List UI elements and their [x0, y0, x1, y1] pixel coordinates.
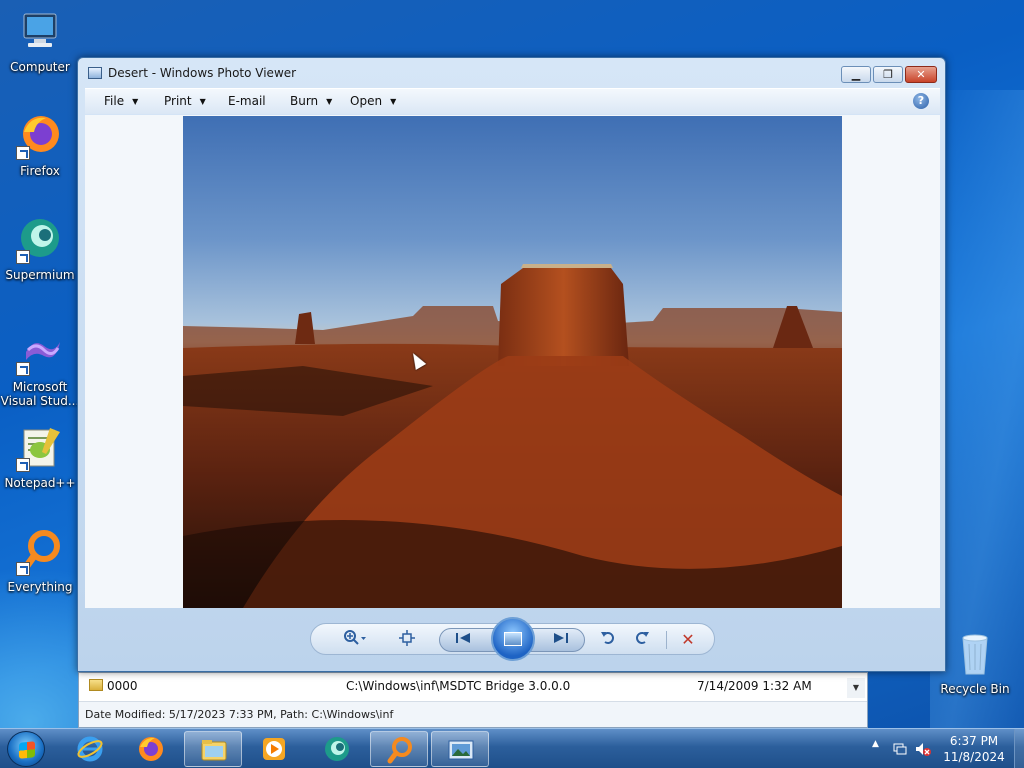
rotate-counterclockwise-icon[interactable] [597, 629, 619, 651]
show-desktop-button[interactable] [1014, 729, 1024, 768]
supermium-icon [323, 735, 351, 763]
media-player-icon [260, 735, 288, 763]
shortcut-arrow-icon [16, 146, 30, 160]
menu-email[interactable]: E-mail [228, 94, 266, 108]
everything-icon [16, 528, 64, 576]
menu-file-label: File [104, 94, 125, 108]
shortcut-arrow-icon [16, 458, 30, 472]
photo-viewer-app-icon [88, 67, 102, 79]
desktop: Computer Firefox Supermium Microsoft Vis… [0, 0, 1024, 728]
computer-icon [16, 8, 64, 56]
minimize-button[interactable]: ▁ [841, 66, 871, 83]
clock[interactable]: 6:37 PM 11/8/2024 [938, 733, 1010, 765]
restore-button[interactable]: ❐ [873, 66, 903, 83]
help-icon[interactable]: ? [913, 93, 929, 109]
chevron-down-icon: ▼ [390, 97, 397, 106]
taskbar-media-player[interactable] [245, 731, 303, 767]
desktop-icon-label: Microsoft Visual Stud... [0, 380, 80, 408]
menu-print-label: Print [164, 94, 192, 108]
menu-file[interactable]: File ▼ [104, 94, 138, 108]
minimize-icon: ▁ [851, 68, 861, 81]
menu-bar: File ▼ Print ▼ E-mail Burn ▼ Open ▼ ? [85, 88, 940, 114]
volume-muted-icon[interactable] [914, 741, 932, 760]
desktop-icon-label: Everything [7, 580, 73, 594]
recycle-bin-icon [951, 630, 999, 678]
folder-icon [89, 679, 103, 691]
separator [666, 631, 667, 649]
taskbar-supermium[interactable] [308, 731, 366, 767]
shortcut-arrow-icon [16, 562, 30, 576]
file-explorer-window: 0000 C:\Windows\inf\MSDTC Bridge 3.0.0.0… [78, 672, 868, 728]
menu-burn[interactable]: Burn ▼ [290, 94, 332, 108]
desktop-icon-everything[interactable]: Everything [2, 528, 78, 594]
everything-icon [386, 736, 414, 764]
taskbar-photo-viewer[interactable] [431, 731, 489, 767]
photo-viewer-icon [447, 736, 475, 764]
photo-viewer-window: Desert - Windows Photo Viewer ▁ ❐ ✕ File… [77, 57, 946, 672]
next-icon[interactable] [550, 630, 572, 652]
desktop-icon-label: Firefox [20, 164, 60, 178]
file-name: 0000 [107, 679, 138, 693]
slideshow-icon [504, 632, 522, 646]
clock-time: 6:37 PM [949, 734, 999, 748]
visual-studio-icon [16, 328, 64, 376]
rotate-clockwise-icon[interactable] [631, 629, 653, 651]
file-list-row[interactable]: 0000 C:\Windows\inf\MSDTC Bridge 3.0.0.0… [79, 676, 865, 698]
actual-size-icon[interactable] [396, 629, 418, 651]
menu-open[interactable]: Open ▼ [350, 94, 396, 108]
image-canvas [85, 115, 940, 608]
restore-icon: ❐ [883, 68, 893, 81]
desktop-icon-visual-studio[interactable]: Microsoft Visual Stud... [0, 328, 80, 408]
playback-controls: ✕ [310, 617, 715, 661]
firefox-icon [137, 735, 165, 763]
firefox-icon [16, 112, 64, 160]
menu-burn-label: Burn [290, 94, 319, 108]
desktop-icon-label: Notepad++ [4, 476, 76, 490]
chevron-down-icon: ▼ [132, 97, 139, 106]
desktop-icon-computer[interactable]: Computer [2, 8, 78, 74]
system-tray: ▲ 6:37 PM 11/8/2024 [868, 729, 1024, 768]
internet-explorer-icon [76, 735, 104, 763]
notepadpp-icon [16, 424, 64, 472]
windows-logo-icon [19, 741, 35, 759]
delete-icon[interactable]: ✕ [677, 629, 699, 651]
desktop-icon-recycle-bin[interactable]: Recycle Bin [937, 630, 1013, 696]
supermium-icon [16, 216, 64, 264]
window-title: Desert - Windows Photo Viewer [108, 66, 297, 80]
zoom-icon[interactable] [339, 629, 369, 651]
desktop-icon-label: Recycle Bin [940, 682, 1010, 696]
shortcut-arrow-icon [16, 250, 30, 264]
menu-print[interactable]: Print ▼ [164, 94, 206, 108]
taskbar-firefox[interactable] [122, 731, 180, 767]
chevron-down-icon: ▼ [326, 97, 333, 106]
shortcut-arrow-icon [16, 362, 30, 376]
desktop-icon-supermium[interactable]: Supermium [2, 216, 78, 282]
taskbar-file-explorer[interactable] [184, 731, 242, 767]
close-button[interactable]: ✕ [905, 66, 937, 83]
status-bar: Date Modified: 5/17/2023 7:33 PM, Path: … [79, 701, 867, 727]
file-explorer-icon [200, 736, 228, 764]
taskbar-internet-explorer[interactable] [61, 731, 119, 767]
file-path: C:\Windows\inf\MSDTC Bridge 3.0.0.0 [346, 679, 571, 693]
desert-photo [183, 116, 842, 608]
menu-open-label: Open [350, 94, 383, 108]
start-button[interactable] [7, 731, 45, 767]
taskbar: ▲ 6:37 PM 11/8/2024 [0, 728, 1024, 768]
desktop-icon-label: Supermium [5, 268, 75, 282]
clock-date: 11/8/2024 [943, 750, 1005, 764]
desktop-icon-notepadpp[interactable]: Notepad++ [2, 424, 78, 490]
network-icon[interactable] [892, 741, 908, 760]
scroll-down-icon[interactable]: ▼ [847, 678, 865, 698]
previous-icon[interactable] [452, 630, 474, 652]
taskbar-everything[interactable] [370, 731, 428, 767]
desktop-icon-label: Computer [10, 60, 70, 74]
title-bar[interactable]: Desert - Windows Photo Viewer ▁ ❐ ✕ [78, 58, 945, 88]
close-icon: ✕ [916, 68, 926, 81]
slideshow-button[interactable] [491, 617, 535, 661]
chevron-down-icon: ▼ [199, 97, 206, 106]
show-hidden-icons-icon[interactable]: ▲ [872, 739, 879, 749]
desktop-icon-firefox[interactable]: Firefox [2, 112, 78, 178]
file-date: 7/14/2009 1:32 AM [697, 679, 812, 693]
